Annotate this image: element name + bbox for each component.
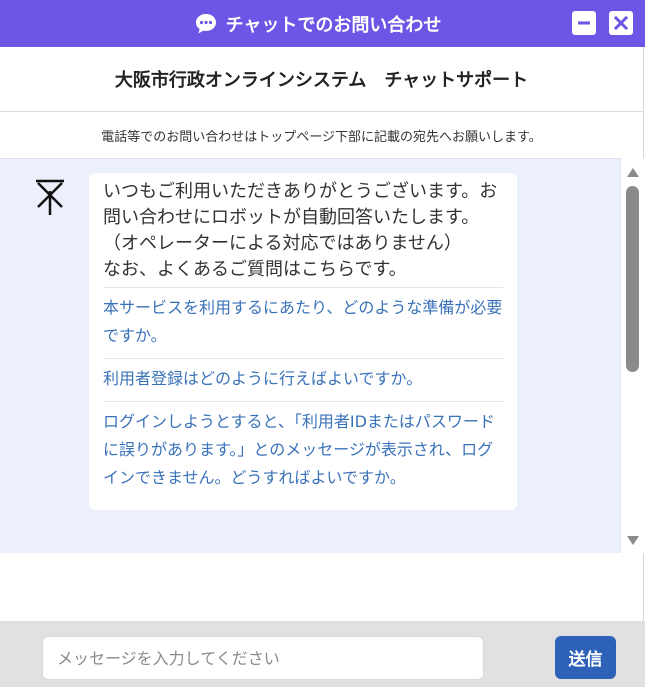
notice-text: 電話等でのお問い合わせはトップページ下部に記載の宛先へお願いします。: [101, 129, 542, 145]
message-input-bar: 送信: [0, 621, 645, 687]
bot-message-bubble: いつもご利用いただきありがとうございます。お問い合わせにロボットが自動回答いたし…: [89, 173, 517, 510]
header-title: 大阪市行政オンラインシステム チャットサポート: [114, 70, 529, 91]
minimize-button[interactable]: [572, 11, 596, 35]
send-button[interactable]: 送信: [555, 636, 616, 679]
scroll-down-icon[interactable]: [627, 536, 639, 545]
chat-bubble-icon: [194, 12, 218, 36]
faq-link-registration[interactable]: 利用者登録はどのように行えばよいですか。: [103, 358, 503, 401]
scroll-up-icon[interactable]: [627, 168, 639, 177]
window-titlebar: チャットでのお問い合わせ: [0, 0, 645, 47]
close-icon: [613, 15, 629, 31]
title-group: チャットでのお問い合わせ: [194, 11, 442, 37]
close-button[interactable]: [609, 11, 633, 35]
faq-link-login-error[interactable]: ログインしようとすると、「利用者IDまたはパスワードに誤りがあります。」とのメッ…: [103, 401, 503, 500]
chat-header: 大阪市行政オンラインシステム チャットサポート: [0, 47, 644, 112]
minimize-icon: [578, 21, 590, 25]
contact-notice: 電話等でのお問い合わせはトップページ下部に記載の宛先へお願いします。: [0, 112, 644, 158]
bot-message-text: いつもご利用いただきありがとうございます。お問い合わせにロボットが自動回答いたし…: [103, 181, 498, 280]
scroll-thumb[interactable]: [626, 186, 639, 372]
window-title: チャットでのお問い合わせ: [225, 14, 442, 36]
message-input[interactable]: [42, 636, 484, 680]
chat-scrollbar[interactable]: [620, 158, 644, 553]
chat-spacer: [0, 553, 644, 621]
bot-avatar-icon: [30, 177, 70, 217]
chat-log: いつもご利用いただきありがとうございます。お問い合わせにロボットが自動回答いたし…: [0, 158, 620, 554]
faq-link-preparation[interactable]: 本サービスを利用するにあたり、どのような準備が必要ですか。: [103, 287, 503, 358]
